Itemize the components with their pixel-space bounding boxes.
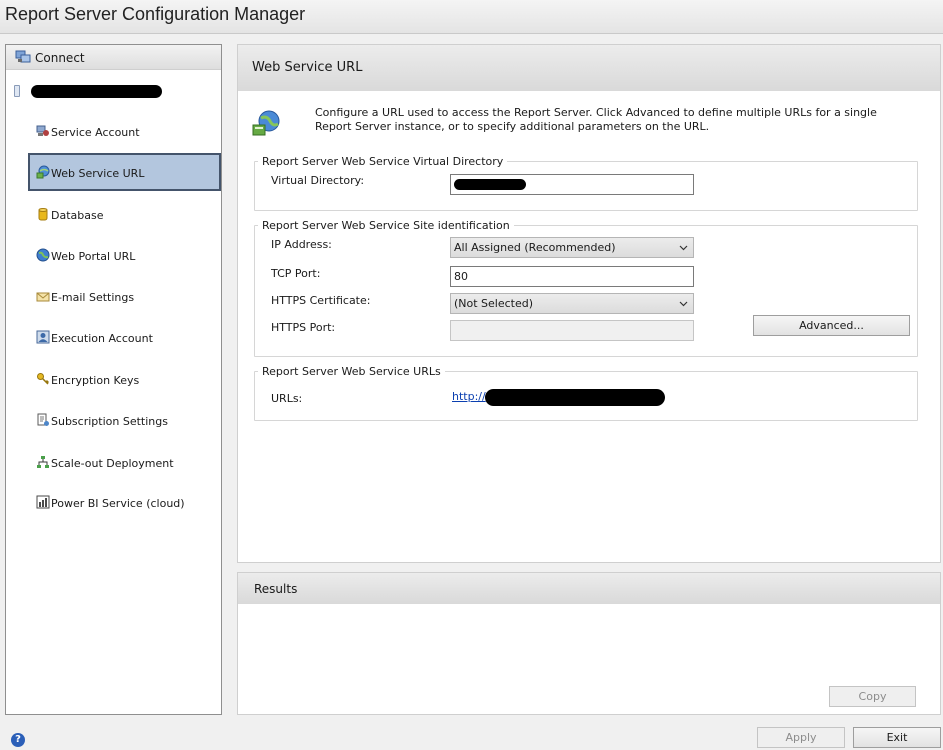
sidebar-item-web-portal-url[interactable]: Web Portal URL (28, 236, 221, 274)
virtual-directory-input[interactable] (450, 174, 694, 195)
sidebar-item-service-account[interactable]: Service Account (28, 112, 221, 150)
sidebar-item-label: Web Service URL (51, 167, 145, 180)
advanced-button[interactable]: Advanced... (753, 315, 910, 336)
chevron-down-icon (679, 301, 688, 307)
connect-icon (15, 50, 31, 63)
sidebar-item-label: Subscription Settings (51, 415, 168, 428)
window-title: Report Server Configuration Manager (5, 4, 306, 24)
exit-button[interactable]: Exit (853, 727, 941, 748)
subscription-icon (37, 413, 49, 426)
email-icon (36, 292, 50, 302)
https-certificate-select[interactable]: (Not Selected) (450, 293, 694, 314)
sidebar: Connect Service Account Web Service URL … (5, 44, 222, 715)
sidebar-item-label: Web Portal URL (51, 250, 136, 263)
globe-icon (36, 248, 50, 262)
virtual-directory-label: Virtual Directory: (271, 174, 365, 187)
sidebar-item-subscription-settings[interactable]: Subscription Settings (28, 401, 221, 439)
sidebar-item-web-service-url[interactable]: Web Service URL (28, 153, 221, 191)
page-title: Web Service URL (252, 60, 363, 75)
https-certificate-value: (Not Selected) (454, 297, 534, 310)
help-icon[interactable]: ? (11, 733, 25, 747)
tcp-port-value: 80 (454, 270, 468, 283)
intro-text: Configure a URL used to access the Repor… (315, 106, 877, 133)
https-port-label: HTTPS Port: (271, 321, 336, 334)
site-identification-legend: Report Server Web Service Site identific… (262, 219, 510, 232)
title-bar: Report Server Configuration Manager (0, 0, 943, 34)
copy-button[interactable]: Copy (829, 686, 916, 707)
sidebar-item-label: Database (51, 209, 104, 222)
sidebar-item-label: E-mail Settings (51, 291, 135, 304)
sidebar-item-email-settings[interactable]: E-mail Settings (28, 277, 221, 315)
sidebar-item-label: Power BI Service (cloud) (51, 497, 185, 510)
https-port-input[interactable] (450, 320, 694, 341)
server-icon (14, 85, 20, 97)
main-header: Web Service URL (238, 45, 940, 91)
redacted-virtual-directory (454, 179, 526, 190)
redacted-server-name (31, 85, 162, 98)
network-icon (37, 456, 49, 468)
redacted-url (485, 389, 665, 406)
main-panel: Web Service URL Configure a URL used to … (237, 44, 941, 563)
keys-icon (37, 373, 50, 385)
web-service-globe-icon (252, 110, 280, 136)
ip-address-label: IP Address: (271, 238, 332, 251)
sidebar-item-power-bi-service[interactable]: Power BI Service (cloud) (28, 483, 221, 521)
user-icon (36, 330, 50, 344)
sidebar-item-label: Execution Account (51, 332, 153, 345)
database-icon (38, 208, 48, 221)
sidebar-item-label: Encryption Keys (51, 374, 140, 387)
sidebar-item-scale-out-deployment[interactable]: Scale-out Deployment (28, 443, 221, 481)
ip-address-value: All Assigned (Recommended) (454, 241, 616, 254)
results-header: Results (238, 573, 940, 604)
url-link-prefix: http:// (452, 390, 486, 403)
sidebar-item-label: Service Account (51, 126, 140, 139)
connect-button[interactable]: Connect (6, 45, 221, 70)
https-certificate-label: HTTPS Certificate: (271, 294, 371, 307)
results-title: Results (254, 582, 298, 596)
sidebar-item-encryption-keys[interactable]: Encryption Keys (28, 360, 221, 398)
apply-button[interactable]: Apply (757, 727, 845, 748)
results-panel: Results Copy (237, 572, 941, 715)
sidebar-item-database[interactable]: Database (28, 195, 221, 233)
web-service-icon (36, 165, 50, 179)
urls-legend: Report Server Web Service URLs (262, 365, 441, 378)
chevron-down-icon (679, 245, 688, 251)
sidebar-item-execution-account[interactable]: Execution Account (28, 318, 221, 356)
virtual-directory-legend: Report Server Web Service Virtual Direct… (262, 155, 504, 168)
urls-label: URLs: (271, 392, 303, 405)
ip-address-select[interactable]: All Assigned (Recommended) (450, 237, 694, 258)
tcp-port-label: TCP Port: (271, 267, 321, 280)
tcp-port-input[interactable]: 80 (450, 266, 694, 287)
sidebar-item-label: Scale-out Deployment (51, 457, 174, 470)
connect-label: Connect (35, 51, 85, 65)
power-bi-icon (36, 495, 50, 509)
service-account-icon (36, 125, 49, 136)
web-service-url-link[interactable]: http:// (452, 390, 486, 403)
server-node[interactable] (11, 85, 211, 99)
